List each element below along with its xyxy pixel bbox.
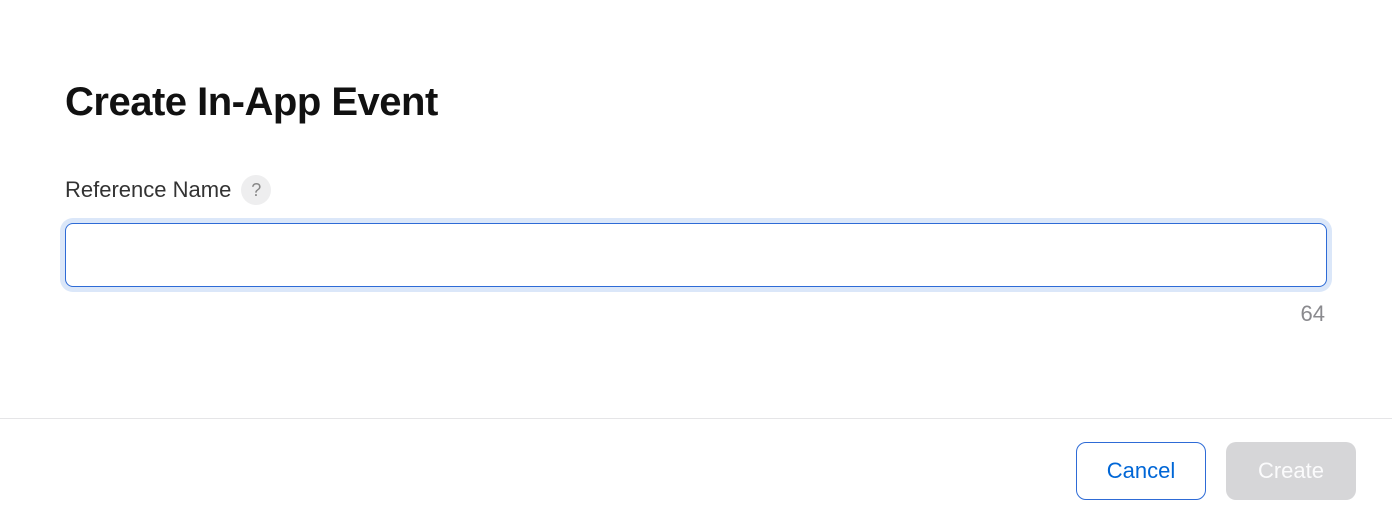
reference-name-field-group: Reference Name ? 64 — [65, 175, 1327, 327]
reference-name-input[interactable] — [65, 223, 1327, 287]
footer-divider — [0, 418, 1392, 419]
create-button[interactable]: Create — [1226, 442, 1356, 500]
dialog-body: Create In-App Event Reference Name ? 64 — [0, 0, 1392, 327]
dialog-footer: Cancel Create — [1076, 442, 1356, 500]
cancel-button[interactable]: Cancel — [1076, 442, 1206, 500]
reference-name-label: Reference Name — [65, 177, 231, 203]
dialog-title: Create In-App Event — [65, 80, 1327, 125]
field-label-row: Reference Name ? — [65, 175, 1327, 205]
input-wrapper — [65, 223, 1327, 287]
char-count: 64 — [65, 301, 1327, 327]
help-icon[interactable]: ? — [241, 175, 271, 205]
